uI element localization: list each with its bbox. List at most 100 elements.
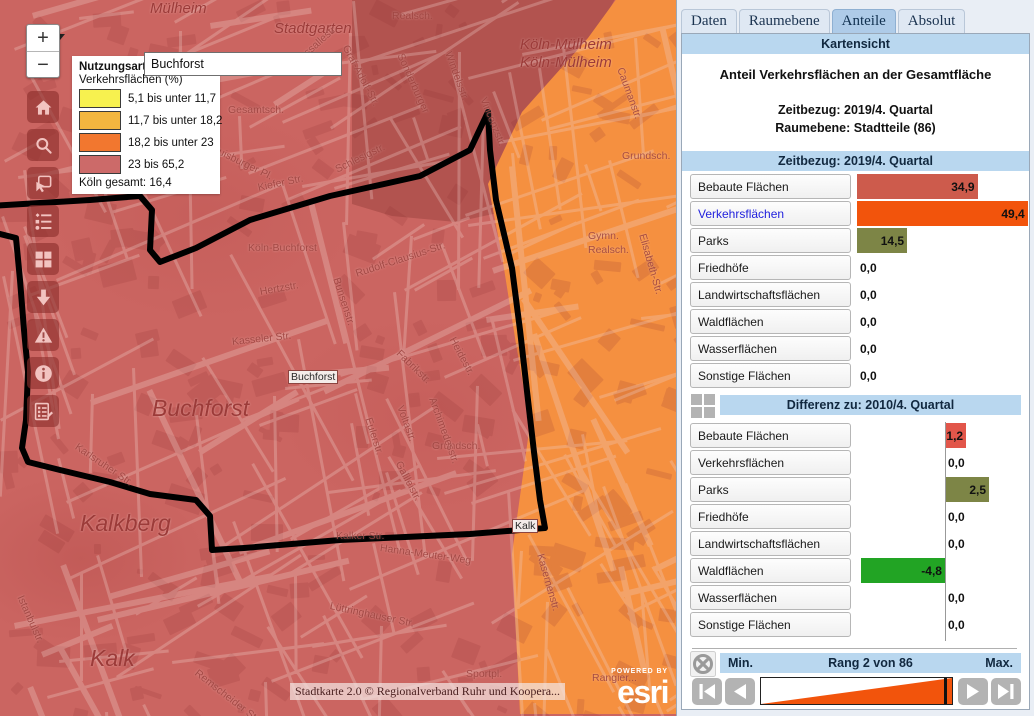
category-button[interactable]: Parks [690,228,851,254]
rank-slider[interactable] [760,677,953,705]
bar-value-label: 14,5 [880,233,905,248]
bar-plot-cell: 0,0 [857,363,1023,388]
legend-class-row: 23 bis 65,2 [79,155,213,174]
chart-row: Verkehrsflächen 0,0 [690,450,1023,476]
select-cursor-icon[interactable] [27,167,59,199]
side-panel: Daten Raumebene Anteile Absolut Kartensicht… [676,0,1034,716]
category-button[interactable]: Verkehrsflächen [690,450,851,476]
grid-cell [704,407,715,419]
chart-row: Wasserflächen 0,0 [690,336,1023,362]
bar-plot-cell: 0,0 [857,450,1023,475]
legend-class-row: 5,1 bis unter 11,7 [79,89,216,108]
last-button[interactable] [991,677,1021,705]
esri-logo: POWERED BY esri [611,668,669,708]
category-button[interactable]: Landwirtschaftsflächen [690,531,851,557]
category-button[interactable]: Landwirtschaftsflächen [690,282,851,308]
tab-anteile[interactable]: Anteile [831,8,896,34]
previous-button[interactable] [725,677,755,705]
rank-slider-handle[interactable] [944,678,948,704]
tab-bar[interactable]: Daten Raumebene Anteile Absolut [677,0,1034,34]
legend-swatch [79,111,121,130]
legend-class-label: 11,7 bis unter 18,2 [128,114,223,127]
chart-row: Landwirtschaftsflächen 0,0 [690,531,1023,557]
bar-plot-cell: 14,5 [857,228,1023,254]
panel-body: Kartensicht Anteil Verkehrsflächen an de… [681,33,1030,710]
no-selection-icon[interactable] [690,651,716,677]
chart-row: Landwirtschaftsflächen 0,0 [690,282,1023,308]
map-attribution: Stadtkarte 2.0 © Regionalverband Ruhr un… [290,683,566,700]
chart-differenz: Bebaute Flächen 1,2 Verkehrsflächen 0,0 Park… [682,420,1029,643]
minmax-band: Min. Rang 2 von 86 Max. [720,653,1021,673]
chart-baseline [692,648,1017,649]
map-panel[interactable]: Nutzungsart Verkehrsflächen (%) 5,1 bis … [0,0,676,716]
tab-raumebene[interactable]: Raumebene [738,8,830,34]
bar: 1,2 [945,423,967,449]
category-button[interactable]: Wasserflächen [690,585,851,611]
home-icon[interactable] [27,91,59,123]
tab-daten[interactable]: Daten [681,8,737,34]
zoom-in-button[interactable]: + [27,25,59,51]
bar-plot-cell: 0,0 [857,309,1023,334]
bar-value-label: 0,0 [948,536,965,551]
bar: 49,4 [857,201,1028,227]
category-button[interactable]: Bebaute Flächen [690,174,851,200]
bar-plot-cell: 0,0 [857,336,1023,361]
page-title: Anteil Verkehrsflächen an der Gesamtfläc… [719,67,992,82]
zoom-control[interactable]: + − [26,24,60,78]
bar: 14,5 [857,228,908,254]
download-icon[interactable] [27,281,59,313]
app-root: Nutzungsart Verkehrsflächen (%) 5,1 bis … [0,0,1034,716]
layers-grid-icon[interactable] [27,243,59,275]
first-button[interactable] [692,677,722,705]
tab-absolut[interactable]: Absolut [897,8,966,34]
category-button[interactable]: Verkehrsflächen [690,201,851,227]
bar-plot-cell: 34,9 [857,174,1023,200]
bar-value-label: 34,9 [951,179,975,194]
bar-plot-cell: 0,0 [857,531,1023,556]
warning-icon[interactable] [27,319,59,351]
bar-value-label: 0,0 [860,260,877,275]
category-button[interactable]: Bebaute Flächen [690,423,851,449]
legend-class-label: 23 bis 65,2 [128,158,185,171]
bar-plot-cell: 2,5 [857,477,1023,503]
layers-grid-icon[interactable] [691,394,715,419]
grid-cell [691,407,702,419]
list-icon[interactable] [27,205,59,237]
category-button[interactable]: Friedhöfe [690,504,851,530]
bar-value-label: 0,0 [948,590,965,605]
meta-level: Raumebene: Stadtteile (86) [775,121,936,136]
bar-plot-cell: 0,0 [857,282,1023,307]
notes-icon[interactable] [27,395,59,427]
area-select[interactable]: Buchforst [144,52,342,76]
next-button[interactable] [958,677,988,705]
chart-anteile-title: Zeitbezug: 2019/4. Quartal [682,151,1029,172]
category-button[interactable]: Wasserflächen [690,336,851,362]
zoom-out-button[interactable]: − [27,51,59,77]
map-toolbar[interactable]: + − [25,24,61,433]
search-icon[interactable] [27,129,59,161]
chart-row: Friedhöfe 0,0 [690,504,1023,530]
info-icon[interactable] [27,357,59,389]
category-button[interactable]: Sonstige Flächen [690,612,851,638]
chart-row: Parks 2,5 [690,477,1023,503]
category-button[interactable]: Parks [690,477,851,503]
bar-value-label: 0,0 [948,617,965,632]
category-button[interactable]: Waldflächen [690,309,851,335]
slider-row[interactable] [682,673,1029,705]
bar: 2,5 [945,477,989,503]
chart-row: Verkehrsflächen 49,4 [690,201,1028,227]
category-button[interactable]: Sonstige Flächen [690,363,851,389]
rank-label: Rang 2 von 86 [828,656,913,670]
legend-swatch [79,155,121,174]
category-button[interactable]: Waldflächen [690,558,851,584]
chart-row: Bebaute Flächen 34,9 [690,174,1023,200]
chart-row: Parks 14,5 [690,228,1023,254]
category-button[interactable]: Friedhöfe [690,255,851,281]
bar-value-label: 0,0 [860,368,877,383]
legend-class-list: 5,1 bis unter 11,7 11,7 bis unter 18,2 18,… [79,89,222,174]
bar: -4,8 [860,558,945,584]
bar-plot-cell: 0,0 [857,612,1023,637]
page-meta: Zeitbezug: 2019/4. Quartal Raumebene: St… [682,84,1029,151]
chart-row: Wasserflächen 0,0 [690,585,1023,611]
rank-slider-wedge [761,678,952,704]
